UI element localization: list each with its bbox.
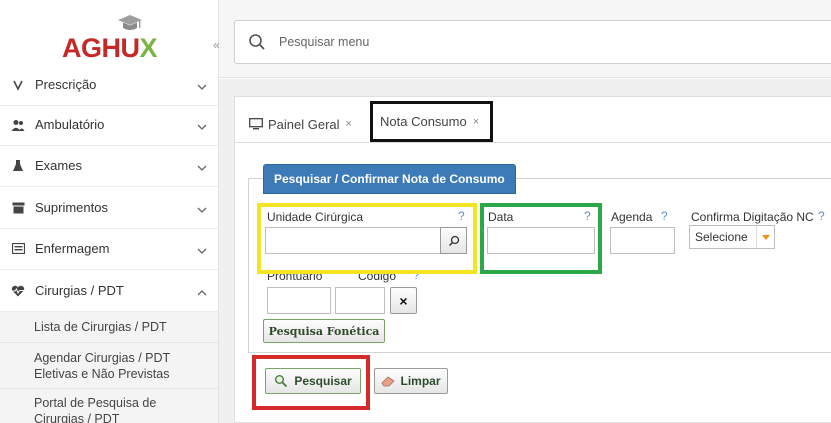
chevron-down-icon [197,244,207,254]
tab-painel-geral[interactable]: Painel Geral × [249,109,352,139]
prontuario-input[interactable] [267,287,331,314]
agenda-input[interactable] [610,227,675,254]
sidebar-subitem-label: Agendar Cirurgias / PDT Eletivas e Não P… [34,350,170,381]
close-icon[interactable]: × [346,118,352,130]
main-panel: Painel Geral × Nota Consumo × Pesquisar … [234,96,831,423]
sidebar-item-label: Enfermagem [35,241,110,256]
sidebar-item-cirurgias[interactable]: Cirurgias / PDT [0,270,218,312]
highlight-unidade-cirurgica [257,203,477,274]
tab-label: Nota Consumo [380,114,467,129]
tab-nota-consumo[interactable]: Nota Consumo × [370,101,493,142]
monitor-icon [249,118,263,130]
chevron-down-icon [197,80,207,90]
chevron-down-icon [197,161,207,171]
sidebar-item-exames[interactable]: Exames [0,145,218,187]
logo-text: AGHUX [62,33,158,63]
top-bar [219,0,831,78]
sidebar: Prescrição Ambulatório Exames Suprimento… [0,0,219,423]
app-logo: AGHUX [0,0,218,78]
codigo-input[interactable] [335,287,385,314]
help-icon[interactable]: ? [818,209,825,223]
flask-icon [11,159,25,173]
select-value: Selecione [695,230,748,244]
highlight-pesquisar [252,355,370,410]
tabs-divider [235,142,831,143]
sidebar-subitem-label: Portal de Pesquisa de Cirurgias / PDT [34,396,157,423]
prescription-icon [11,78,25,92]
clear-paciente-button[interactable]: × [390,287,417,314]
list-card-icon [11,242,25,256]
heartbeat-icon [11,284,25,298]
search-box [234,20,831,64]
confirma-digitacao-label: Confirma Digitação NC [691,210,814,224]
limpar-button[interactable]: Limpar [374,368,448,394]
caret-down-icon [756,226,774,248]
sidebar-item-label: Prescrição [35,77,97,92]
agenda-label: Agenda [611,210,653,224]
sidebar-subitem-lista-cirurgias[interactable]: Lista de Cirurgias / PDT [0,312,218,343]
users-icon [11,118,25,132]
close-icon[interactable]: × [473,116,479,128]
sidebar-subitem-agendar-cirurgias[interactable]: Agendar Cirurgias / PDT Eletivas e Não P… [0,343,218,389]
confirma-digitacao-select[interactable]: Selecione [689,225,775,249]
highlight-data [480,203,602,274]
search-menu-input[interactable] [279,32,679,52]
archive-box-icon [11,201,25,215]
pesquisa-fonetica-button[interactable]: Pesquisa Fonética [263,319,385,343]
help-icon[interactable]: ? [661,209,668,223]
chevron-down-icon [197,120,207,130]
sidebar-item-label: Ambulatório [35,117,105,132]
sidebar-item-label: Exames [35,158,82,173]
collapse-sidebar-button[interactable]: « [213,38,220,52]
eraser-icon [381,376,396,387]
tab-label: Painel Geral [268,116,340,132]
sidebar-item-ambulatorio[interactable]: Ambulatório [0,104,218,146]
content-area: Painel Geral × Nota Consumo × Pesquisar … [219,79,831,423]
form-legend: Pesquisar / Confirmar Nota de Consumo [263,164,516,194]
sidebar-subitem-portal-pesquisa[interactable]: Portal de Pesquisa de Cirurgias / PDT [0,389,218,423]
search-icon [249,34,265,50]
sidebar-item-label: Suprimentos [35,200,108,215]
chevron-down-icon [197,203,207,213]
sidebar-subitem-label: Lista de Cirurgias / PDT [34,320,167,334]
sidebar-item-label: Cirurgias / PDT [35,283,124,298]
chevron-up-icon [197,286,207,296]
sidebar-item-enfermagem[interactable]: Enfermagem [0,228,218,270]
sidebar-item-suprimentos[interactable]: Suprimentos [0,187,218,229]
limpar-label: Limpar [400,374,441,388]
